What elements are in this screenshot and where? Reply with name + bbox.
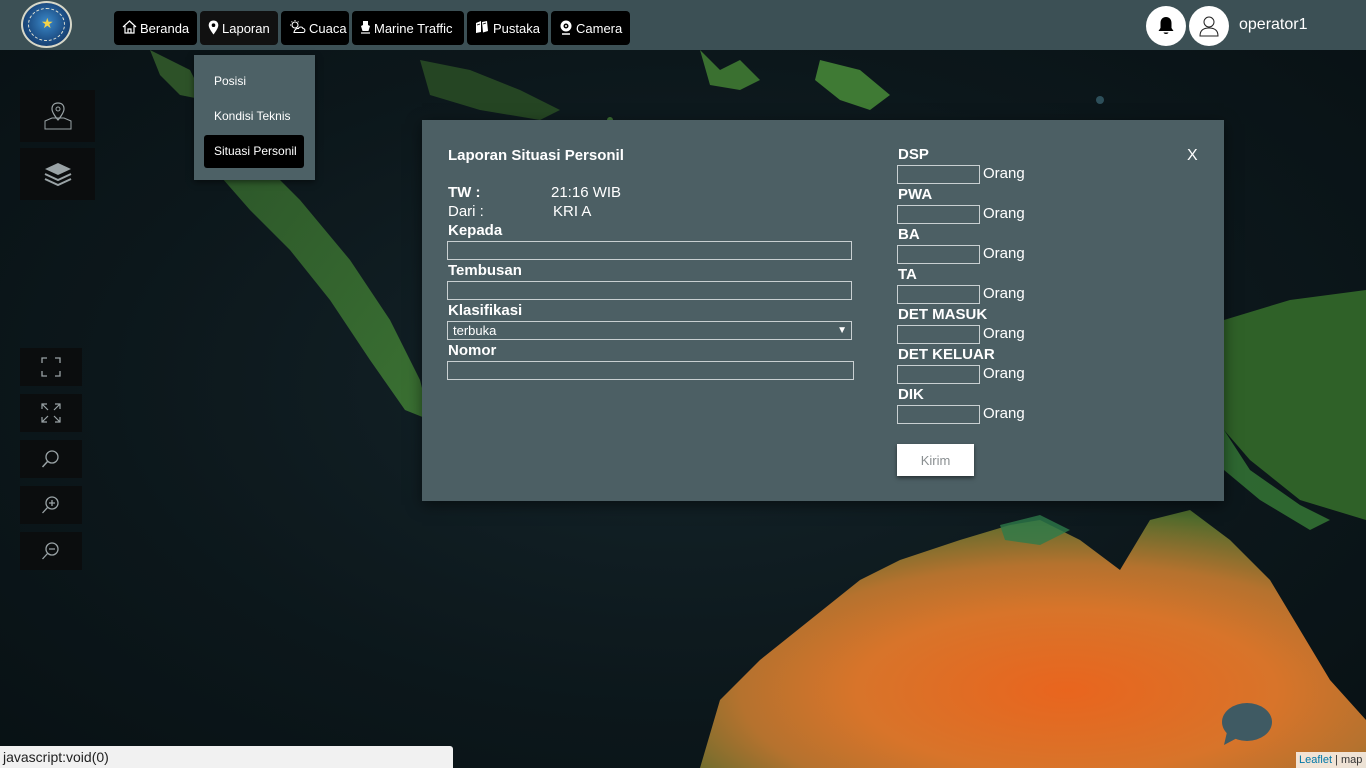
zoom-out-icon: [42, 542, 59, 560]
laporan-situasi-personil-modal: Laporan Situasi Personil X TW : 21:16 WI…: [422, 120, 1224, 501]
organization-logo[interactable]: ★: [21, 1, 72, 48]
klasifikasi-label: Klasifikasi: [448, 302, 523, 319]
nav-camera-button[interactable]: Camera: [551, 11, 630, 45]
kirim-button[interactable]: Kirim: [897, 444, 974, 476]
attribution-separator: |: [1335, 754, 1338, 766]
nav-beranda-button[interactable]: Beranda: [114, 11, 197, 45]
nav-laporan-label: Laporan: [222, 20, 270, 36]
det-keluar-label: DET KELUAR: [898, 346, 995, 363]
menu-item-situasi-personil[interactable]: Situasi Personil: [204, 135, 304, 168]
nav-pustaka-button[interactable]: Pustaka: [467, 11, 548, 45]
menu-item-posisi[interactable]: Posisi: [204, 65, 304, 98]
dsp-unit: Orang: [983, 165, 1025, 182]
nomor-label: Nomor: [448, 342, 497, 359]
chat-button[interactable]: [1221, 702, 1273, 746]
dsp-label: DSP: [898, 146, 929, 163]
fullscreen-icon: [41, 357, 61, 377]
kepada-input[interactable]: [447, 241, 852, 260]
laporan-dropdown-menu: Posisi Kondisi Teknis Situasi Personil: [194, 55, 315, 180]
ta-input[interactable]: [897, 285, 980, 304]
weather-cloud-sun-icon: [289, 20, 306, 36]
expand-arrows-icon: [41, 403, 61, 423]
notification-button[interactable]: [1146, 6, 1186, 46]
logo-star-icon: ★: [41, 15, 54, 31]
search-icon: [41, 450, 59, 468]
fullscreen-button[interactable]: [20, 348, 82, 386]
det-keluar-input[interactable]: [897, 365, 980, 384]
layers-icon: [44, 163, 71, 187]
pwa-label: PWA: [898, 186, 933, 203]
zoom-out-button[interactable]: [20, 532, 82, 570]
dik-input[interactable]: [897, 405, 980, 424]
tw-label: TW :: [448, 184, 481, 201]
klasifikasi-select[interactable]: terbuka ▼: [447, 321, 852, 340]
leaflet-link[interactable]: Leaflet: [1299, 754, 1332, 766]
user-avatar-button[interactable]: [1189, 6, 1229, 46]
nav-cuaca-label: Cuaca: [309, 20, 347, 36]
dropdown-arrow-icon: ▼: [837, 325, 847, 336]
pwa-unit: Orang: [983, 205, 1025, 222]
map-pin-icon: [208, 20, 219, 37]
bell-icon: [1158, 17, 1174, 34]
expand-button[interactable]: [20, 394, 82, 432]
ba-unit: Orang: [983, 245, 1025, 262]
map-attribution-text: map: [1341, 754, 1363, 766]
tembusan-input[interactable]: [447, 281, 852, 300]
dari-value: KRI A: [553, 203, 592, 220]
pwa-input[interactable]: [897, 205, 980, 224]
ba-input[interactable]: [897, 245, 980, 264]
modal-title: Laporan Situasi Personil: [448, 147, 624, 164]
nav-marine-traffic-button[interactable]: Marine Traffic: [352, 11, 464, 45]
home-icon: [122, 20, 137, 36]
nav-cuaca-button[interactable]: Cuaca: [281, 11, 349, 45]
zoom-in-icon: [42, 496, 59, 514]
webcam-icon: [559, 20, 573, 37]
user-icon: [1199, 16, 1219, 37]
det-masuk-unit: Orang: [983, 325, 1025, 342]
nav-pustaka-label: Pustaka: [493, 20, 540, 36]
nav-laporan-button[interactable]: Laporan: [200, 11, 278, 45]
ship-icon: [360, 20, 371, 36]
map-attribution: Leaflet | map: [1296, 752, 1366, 768]
top-navbar: ★ Beranda Laporan Cuaca Marine Traffic P…: [0, 0, 1366, 50]
ba-label: BA: [898, 226, 920, 243]
det-masuk-input[interactable]: [897, 325, 980, 344]
search-button[interactable]: [20, 440, 82, 478]
ta-unit: Orang: [983, 285, 1025, 302]
map-marker-icon: [44, 102, 71, 130]
det-masuk-label: DET MASUK: [898, 306, 988, 323]
tembusan-label: Tembusan: [448, 262, 522, 279]
ta-label: TA: [898, 266, 917, 283]
browser-status-bar: javascript:void(0): [0, 746, 453, 768]
det-keluar-unit: Orang: [983, 365, 1025, 382]
books-icon: [475, 20, 490, 36]
chat-bubble-icon: [1222, 703, 1272, 745]
nav-beranda-label: Beranda: [140, 20, 190, 36]
dik-unit: Orang: [983, 405, 1025, 422]
klasifikasi-selected-value: terbuka: [453, 323, 497, 338]
zoom-in-button[interactable]: [20, 486, 82, 524]
dik-label: DIK: [898, 386, 924, 403]
nav-camera-label: Camera: [576, 20, 623, 36]
menu-item-kondisi-teknis[interactable]: Kondisi Teknis: [204, 100, 304, 133]
username-label[interactable]: operator1: [1239, 16, 1308, 34]
map-report-button[interactable]: [20, 90, 95, 142]
dsp-input[interactable]: [897, 165, 980, 184]
layers-button[interactable]: [20, 148, 95, 200]
tw-value: 21:16 WIB: [551, 184, 622, 201]
kepada-label: Kepada: [448, 222, 503, 239]
nav-marine-traffic-label: Marine Traffic: [374, 20, 453, 36]
close-button[interactable]: X: [1187, 147, 1198, 165]
dari-label: Dari :: [448, 203, 484, 220]
nomor-input[interactable]: [447, 361, 854, 380]
